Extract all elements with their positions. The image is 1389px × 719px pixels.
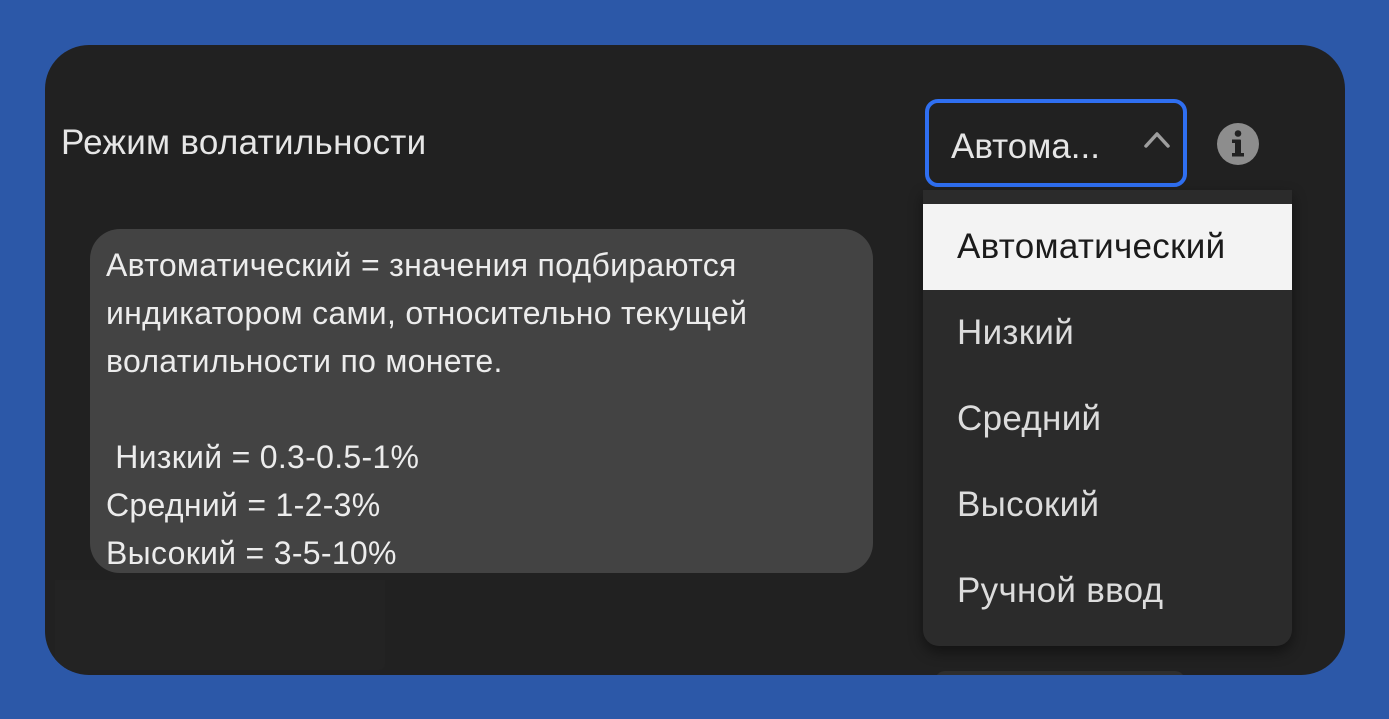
tooltip-line: Автоматический = значения подбираются: [106, 247, 737, 283]
volatility-mode-label: Режим волатильности: [61, 123, 427, 162]
tooltip-line: Высокий = 3-5-10%: [106, 535, 397, 571]
underlying-card: [55, 580, 385, 670]
dropdown-option-low[interactable]: Низкий: [923, 290, 1292, 376]
tooltip-line: индикатором сами, относительно текущей: [106, 295, 748, 331]
chevron-up-icon: [1144, 132, 1170, 148]
dropdown-option-medium[interactable]: Средний: [923, 376, 1292, 462]
dropdown-option-auto[interactable]: Автоматический: [923, 204, 1292, 290]
select-current-value: Автома...: [951, 127, 1100, 166]
tooltip-line: Низкий = 0.3-0.5-1%: [106, 439, 420, 475]
volatility-mode-dropdown: Автоматический Низкий Средний Высокий Ру…: [923, 190, 1292, 646]
tooltip-line: Средний = 1-2-3%: [106, 487, 381, 523]
tooltip-line: волатильности по монете.: [106, 343, 503, 379]
volatility-mode-select[interactable]: Автома...: [925, 99, 1187, 187]
settings-panel: Режим волатильности Автома... Автоматиче…: [45, 45, 1345, 675]
volatility-tooltip: Автоматический = значения подбираются ин…: [90, 229, 873, 573]
dropdown-padding: [923, 190, 1292, 204]
partially-hidden-control: [935, 671, 1185, 675]
dropdown-option-high[interactable]: Высокий: [923, 462, 1292, 548]
info-icon[interactable]: [1216, 122, 1260, 166]
tooltip-line: [106, 385, 857, 433]
dropdown-option-manual[interactable]: Ручной ввод: [923, 548, 1292, 634]
